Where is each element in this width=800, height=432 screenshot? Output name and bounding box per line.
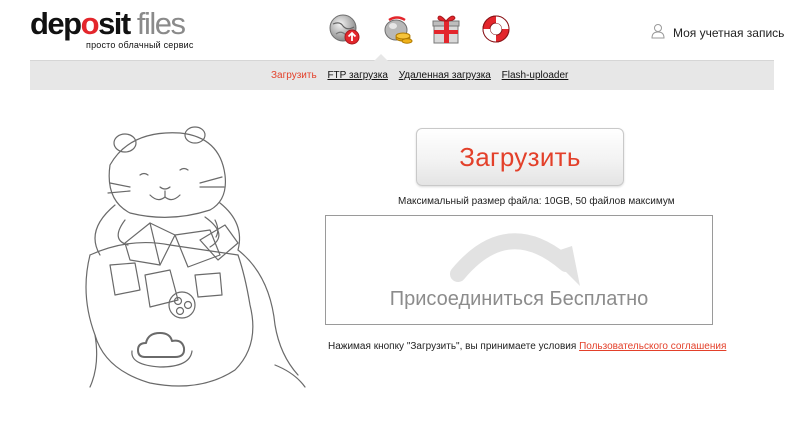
join-free-label: Присоединиться Бесплатно <box>389 288 649 310</box>
logo-part-sit: sit <box>98 6 131 41</box>
terms-prefix: Нажимая кнопку "Загрузить", вы принимает… <box>328 341 580 352</box>
account-link[interactable]: Моя учетная запись <box>651 23 785 44</box>
logo[interactable]: deposit files просто облачный сервис <box>30 6 193 51</box>
lifebuoy-icon[interactable] <box>480 12 514 46</box>
join-free-button[interactable]: Присоединиться Бесплатно <box>325 215 713 325</box>
user-icon <box>651 23 665 44</box>
logo-wordmark: deposit files <box>30 6 186 41</box>
max-file-size-text: Максимальный размер файла: 10GB, 50 файл… <box>398 196 675 207</box>
subnav-link-upload[interactable]: Загрузить <box>271 70 317 81</box>
subnav-link-ftp[interactable]: FTP загрузка <box>327 70 387 81</box>
subnav-pointer <box>374 54 388 61</box>
terms-link[interactable]: Пользовательского соглашения <box>579 341 726 352</box>
logo-part-o: o <box>80 6 100 41</box>
upload-button[interactable]: Загрузить <box>416 128 624 186</box>
subnav-link-remote[interactable]: Удаленная загрузка <box>399 70 491 81</box>
gift-icon[interactable] <box>430 12 464 46</box>
gold-piggy-icon[interactable] <box>380 12 414 46</box>
upload-subnav: Загрузить FTP загрузка Удаленная загрузк… <box>30 54 774 90</box>
logo-tagline: просто облачный сервис <box>86 40 194 50</box>
subnav-links: Загрузить FTP загрузка Удаленная загрузк… <box>271 70 576 81</box>
terms-notice: Нажимая кнопку "Загрузить", вы принимает… <box>328 341 726 352</box>
hamster-illustration <box>70 125 320 425</box>
globe-upload-icon[interactable] <box>328 12 362 46</box>
subnav-link-flash[interactable]: Flash-uploader <box>502 70 569 81</box>
logo-part-dep: dep <box>30 6 82 41</box>
account-label: Моя учетная запись <box>673 26 785 40</box>
upload-button-label: Загрузить <box>459 141 581 172</box>
logo-part-files: files <box>129 6 186 41</box>
